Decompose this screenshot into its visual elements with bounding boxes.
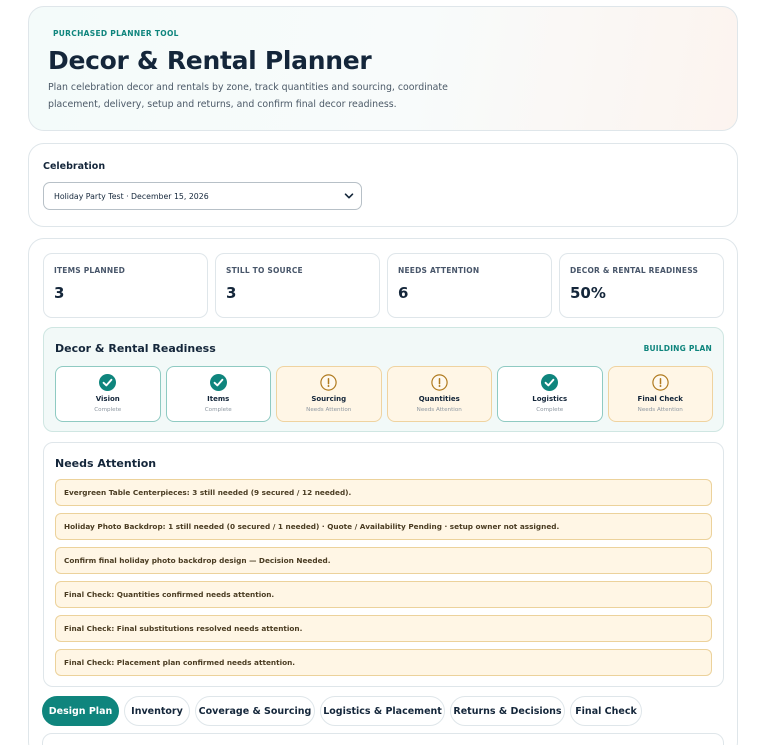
- section-tabs: Design Plan Inventory Coverage & Sourcing L…: [42, 696, 642, 726]
- check-circle-icon: [99, 374, 117, 391]
- tab-coverage-sourcing[interactable]: Coverage & Sourcing: [195, 696, 315, 726]
- stat-label: NEEDS ATTENTION: [398, 266, 480, 275]
- attention-item[interactable]: Confirm final holiday photo backdrop des…: [55, 547, 712, 574]
- alert-circle-icon: [652, 374, 669, 391]
- readiness-step[interactable]: Vision Complete: [55, 366, 161, 422]
- needs-attention-title: Needs Attention: [55, 457, 157, 470]
- alert-circle-icon: [431, 374, 448, 391]
- stat-card: NEEDS ATTENTION 6: [387, 253, 552, 318]
- readiness-panel: Decor & Rental Readiness BUILDING PLAN V…: [43, 327, 724, 432]
- stat-label: ITEMS PLANNED: [54, 266, 126, 275]
- readiness-step-name: Quantities: [418, 395, 460, 403]
- stat-value: 6: [398, 284, 409, 302]
- stat-value: 50%: [570, 284, 606, 302]
- tab-returns-decisions[interactable]: Returns & Decisions: [450, 696, 565, 726]
- readiness-step[interactable]: Logistics Complete: [497, 366, 603, 422]
- readiness-step-name: Logistics: [532, 395, 568, 403]
- check-circle-icon: [209, 374, 227, 391]
- check-circle-icon: [541, 374, 559, 391]
- attention-item[interactable]: Holiday Photo Backdrop: 1 still needed (…: [55, 513, 712, 540]
- stat-card: ITEMS PLANNED 3: [43, 253, 208, 318]
- page-title: Decor & Rental Planner: [48, 46, 372, 75]
- needs-attention-panel: Needs Attention Evergreen Table Centerpi…: [43, 442, 724, 687]
- chevron-down-icon: [344, 193, 354, 199]
- readiness-step-name: Vision: [95, 395, 120, 403]
- readiness-step-status: Needs Attention: [637, 407, 683, 413]
- hero-eyebrow: PURCHASED PLANNER TOOL: [53, 29, 179, 38]
- readiness-step[interactable]: Items Complete: [165, 366, 271, 422]
- stat-value: 3: [54, 284, 65, 302]
- overview-card: ITEMS PLANNED 3 STILL TO SOURCE 3 NEEDS ATTE…: [28, 238, 738, 745]
- attention-item[interactable]: Final Check: Placement plan confirmed ne…: [55, 649, 712, 676]
- attention-item[interactable]: Evergreen Table Centerpieces: 3 still ne…: [55, 479, 712, 506]
- stat-value: 3: [226, 284, 237, 302]
- needs-attention-list: Evergreen Table Centerpieces: 3 still ne…: [55, 479, 712, 676]
- readiness-step-name: Final Check: [637, 395, 683, 403]
- stat-card: DECOR & RENTAL READINESS 50%: [559, 253, 724, 318]
- readiness-step-status: Complete: [204, 407, 232, 413]
- tab-final-check[interactable]: Final Check: [570, 696, 642, 726]
- tab-panel: [42, 733, 724, 745]
- attention-item[interactable]: Final Check: Quantities confirmed needs …: [55, 581, 712, 608]
- celebration-selected-value: Holiday Party Test · December 15, 2026: [54, 191, 209, 201]
- stat-card: STILL TO SOURCE 3: [215, 253, 380, 318]
- page-description: Plan celebration decor and rentals by zo…: [48, 82, 448, 110]
- hero-banner: PURCHASED PLANNER TOOL Decor & Rental Pl…: [28, 6, 738, 131]
- celebration-card: Celebration Holiday Party Test · Decembe…: [28, 143, 738, 227]
- readiness-badge: BUILDING PLAN: [643, 344, 712, 353]
- readiness-title: Decor & Rental Readiness: [55, 342, 216, 355]
- readiness-step-status: Needs Attention: [416, 407, 462, 413]
- readiness-step-status: Needs Attention: [306, 407, 352, 413]
- celebration-select[interactable]: Holiday Party Test · December 15, 2026: [43, 182, 362, 210]
- readiness-step[interactable]: Final Check Needs Attention: [607, 366, 713, 422]
- stat-label: DECOR & RENTAL READINESS: [570, 266, 699, 275]
- readiness-step-status: Complete: [536, 407, 564, 413]
- readiness-step[interactable]: Quantities Needs Attention: [386, 366, 492, 422]
- tab-logistics-placement[interactable]: Logistics & Placement: [320, 696, 445, 726]
- readiness-step-status: Complete: [94, 407, 122, 413]
- tab-inventory[interactable]: Inventory: [124, 696, 190, 726]
- readiness-step-name: Items: [207, 395, 230, 403]
- readiness-step-name: Sourcing: [311, 395, 347, 403]
- alert-circle-icon: [320, 374, 337, 391]
- attention-item[interactable]: Final Check: Final substitutions resolve…: [55, 615, 712, 642]
- celebration-label: Celebration: [43, 161, 106, 172]
- stat-label: STILL TO SOURCE: [226, 266, 303, 275]
- readiness-steps: Vision Complete Items Complete Sourcing Needs…: [55, 366, 713, 422]
- tab-design-plan[interactable]: Design Plan: [42, 696, 119, 726]
- readiness-step[interactable]: Sourcing Needs Attention: [276, 366, 382, 422]
